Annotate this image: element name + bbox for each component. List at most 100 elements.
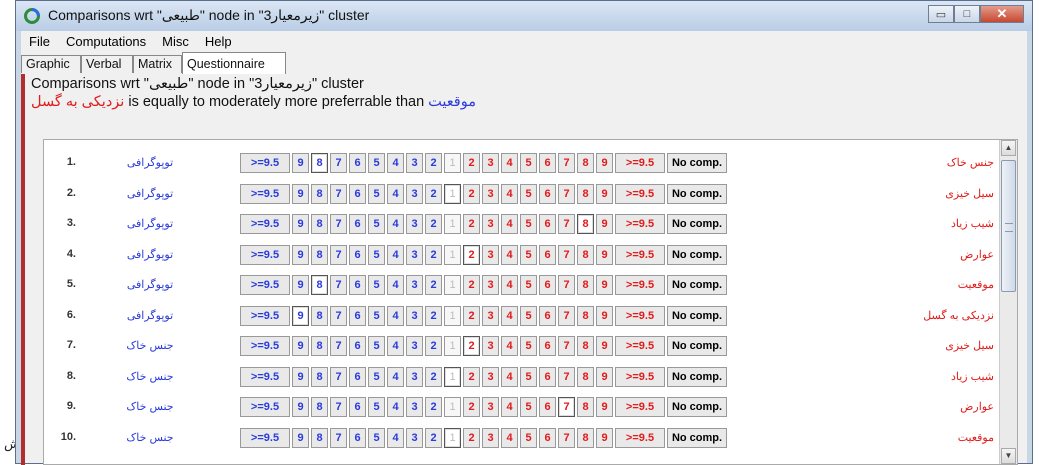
scale-cell[interactable]: 6 [349,427,366,448]
scale-cell[interactable]: 6 [539,275,556,295]
scale-cell[interactable]: 2 [425,427,442,448]
scale-cell[interactable]: 6 [349,153,366,173]
scale-cell[interactable]: 7 [558,305,575,326]
scale-cell[interactable]: 6 [539,244,556,265]
scale-cell[interactable]: 6 [539,305,556,326]
scale-cell[interactable]: 6 [349,275,366,295]
scale-cell[interactable]: 8 [577,214,594,234]
scale-cell[interactable]: 9 [596,214,613,234]
scale-cell[interactable]: 7 [558,244,575,265]
scale-cell[interactable]: 4 [501,244,518,265]
scale-cell[interactable]: 8 [577,244,594,265]
scale-cell[interactable]: 7 [330,275,347,295]
scale-cell[interactable]: 9 [596,153,613,173]
scale-cell[interactable]: 3 [406,427,423,448]
scale-cell[interactable]: 4 [501,183,518,204]
scale-cell[interactable]: >=9.5 [240,305,290,326]
no-comparison-button[interactable]: No comp. [667,427,727,448]
scale-cell[interactable]: 5 [520,275,537,295]
scale-cell[interactable]: 6 [539,427,556,448]
minimize-button[interactable]: ▭ [928,5,954,23]
scale-cell[interactable]: 9 [292,336,309,356]
scale-cell[interactable]: 1 [444,214,461,234]
scale-cell[interactable]: 2 [425,336,442,356]
scale-cell[interactable]: 5 [368,427,385,448]
scale-cell[interactable]: 9 [292,183,309,204]
scale-cell[interactable]: 2 [463,397,480,417]
scale-cell[interactable]: 2 [463,336,480,356]
scale-cell[interactable]: 8 [577,427,594,448]
scale-cell[interactable]: 6 [349,336,366,356]
scale-cell[interactable]: 5 [520,244,537,265]
scale-cell[interactable]: 9 [596,244,613,265]
no-comparison-button[interactable]: No comp. [667,275,727,295]
scale-cell[interactable]: 7 [558,183,575,204]
scale-cell[interactable]: 5 [368,397,385,417]
menu-misc[interactable]: Misc [154,34,197,49]
scale-cell[interactable]: 6 [539,336,556,356]
scale-cell[interactable]: 8 [577,305,594,326]
scale-cell[interactable]: 7 [558,397,575,417]
scale-cell[interactable]: 5 [368,214,385,234]
scale-cell[interactable]: 4 [387,275,404,295]
scale-cell[interactable]: 5 [368,366,385,387]
scale-cell[interactable]: 2 [425,305,442,326]
scale-cell[interactable]: 5 [368,336,385,356]
scale-cell[interactable]: 2 [463,244,480,265]
scale-cell[interactable]: 3 [406,244,423,265]
scale-cell[interactable]: 3 [482,275,499,295]
scale-cell[interactable]: 6 [349,214,366,234]
scale-cell[interactable]: 6 [349,366,366,387]
scale-cell[interactable]: >=9.5 [615,366,665,387]
scale-cell[interactable]: 3 [482,427,499,448]
scale-cell[interactable]: 9 [596,305,613,326]
scale-cell[interactable]: 3 [406,275,423,295]
scale-cell[interactable]: >=9.5 [615,427,665,448]
scale-cell[interactable]: 3 [406,305,423,326]
scale-cell[interactable]: 4 [387,183,404,204]
scale-cell[interactable]: 5 [368,153,385,173]
scale-cell[interactable]: 6 [349,183,366,204]
scale-cell[interactable]: 8 [311,153,328,173]
scale-cell[interactable]: >=9.5 [615,275,665,295]
scale-cell[interactable]: 4 [501,336,518,356]
scale-cell[interactable]: 6 [349,397,366,417]
menu-help[interactable]: Help [197,34,240,49]
scale-cell[interactable]: 3 [482,305,499,326]
scale-cell[interactable]: 2 [425,397,442,417]
scale-cell[interactable]: 9 [292,366,309,387]
scale-cell[interactable]: 3 [406,366,423,387]
scale-cell[interactable]: 1 [444,305,461,326]
scale-cell[interactable]: 9 [596,275,613,295]
close-button[interactable]: ✕ [980,5,1024,23]
scale-cell[interactable]: 7 [558,427,575,448]
tab-graphic[interactable]: Graphic [21,55,81,73]
scale-cell[interactable]: 5 [368,275,385,295]
scale-cell[interactable]: 2 [425,244,442,265]
scale-cell[interactable]: 6 [539,366,556,387]
tab-verbal[interactable]: Verbal [81,55,133,73]
scale-cell[interactable]: 1 [444,427,461,448]
scroll-thumb[interactable] [1001,160,1016,292]
scale-cell[interactable]: 5 [368,183,385,204]
scale-cell[interactable]: 8 [577,153,594,173]
scale-cell[interactable]: 7 [558,366,575,387]
scale-cell[interactable]: 8 [577,183,594,204]
scale-cell[interactable]: 7 [330,427,347,448]
tab-matrix[interactable]: Matrix [133,55,182,73]
scroll-up-button[interactable]: ▲ [1001,140,1016,156]
scale-cell[interactable]: 1 [444,336,461,356]
maximize-button[interactable]: □ [954,5,980,23]
scale-cell[interactable]: 9 [292,244,309,265]
scale-cell[interactable]: 9 [292,275,309,295]
scale-cell[interactable]: 8 [311,275,328,295]
scale-cell[interactable]: 8 [311,366,328,387]
scale-cell[interactable]: 3 [406,183,423,204]
scale-cell[interactable]: 3 [482,153,499,173]
scale-cell[interactable]: 5 [520,336,537,356]
scale-cell[interactable]: 7 [330,214,347,234]
scale-cell[interactable]: 9 [292,153,309,173]
scale-cell[interactable]: 1 [444,244,461,265]
scale-cell[interactable]: 8 [311,336,328,356]
scale-cell[interactable]: 7 [330,305,347,326]
